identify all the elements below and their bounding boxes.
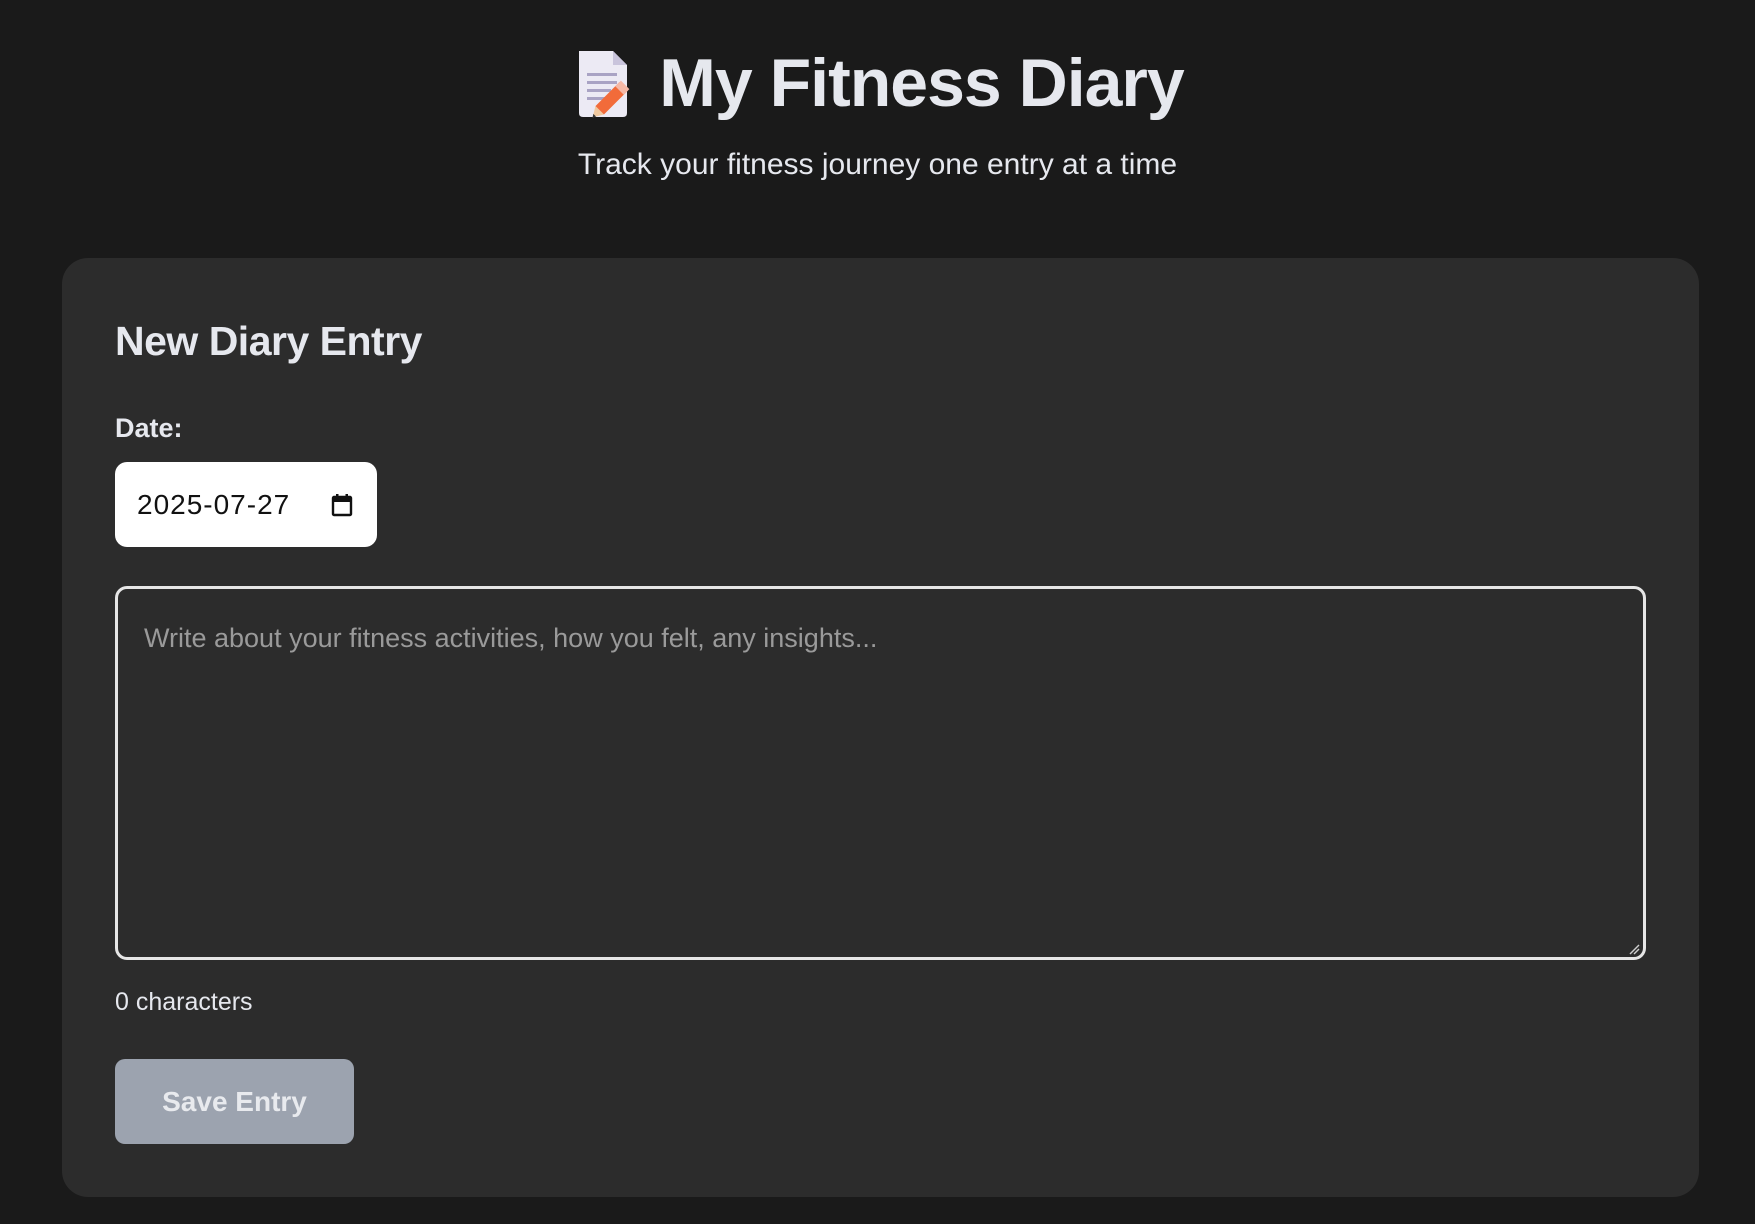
memo-pencil-icon	[571, 47, 637, 119]
entry-heading: New Diary Entry	[115, 318, 422, 364]
date-label: Date:	[115, 413, 183, 443]
entry-textarea[interactable]: Write about your fitness activities, how…	[115, 586, 1646, 960]
resize-grip-icon[interactable]	[1628, 942, 1640, 955]
calendar-icon[interactable]	[331, 492, 353, 517]
save-entry-button[interactable]: Save Entry	[115, 1059, 354, 1144]
date-input[interactable]: 2025-07-27	[115, 462, 377, 547]
page-subtitle: Track your fitness journey one entry at …	[577, 148, 1178, 181]
character-count: 0 characters	[115, 988, 253, 1016]
date-value: 2025-07-27	[137, 488, 291, 520]
new-entry-card: New Diary Entry Date: 2025-07-27 Write a…	[62, 258, 1699, 1197]
page-title: My Fitness Diary	[659, 45, 1184, 121]
textarea-placeholder: Write about your fitness activities, how…	[144, 623, 878, 653]
title-row: My Fitness Diary	[0, 44, 1755, 122]
